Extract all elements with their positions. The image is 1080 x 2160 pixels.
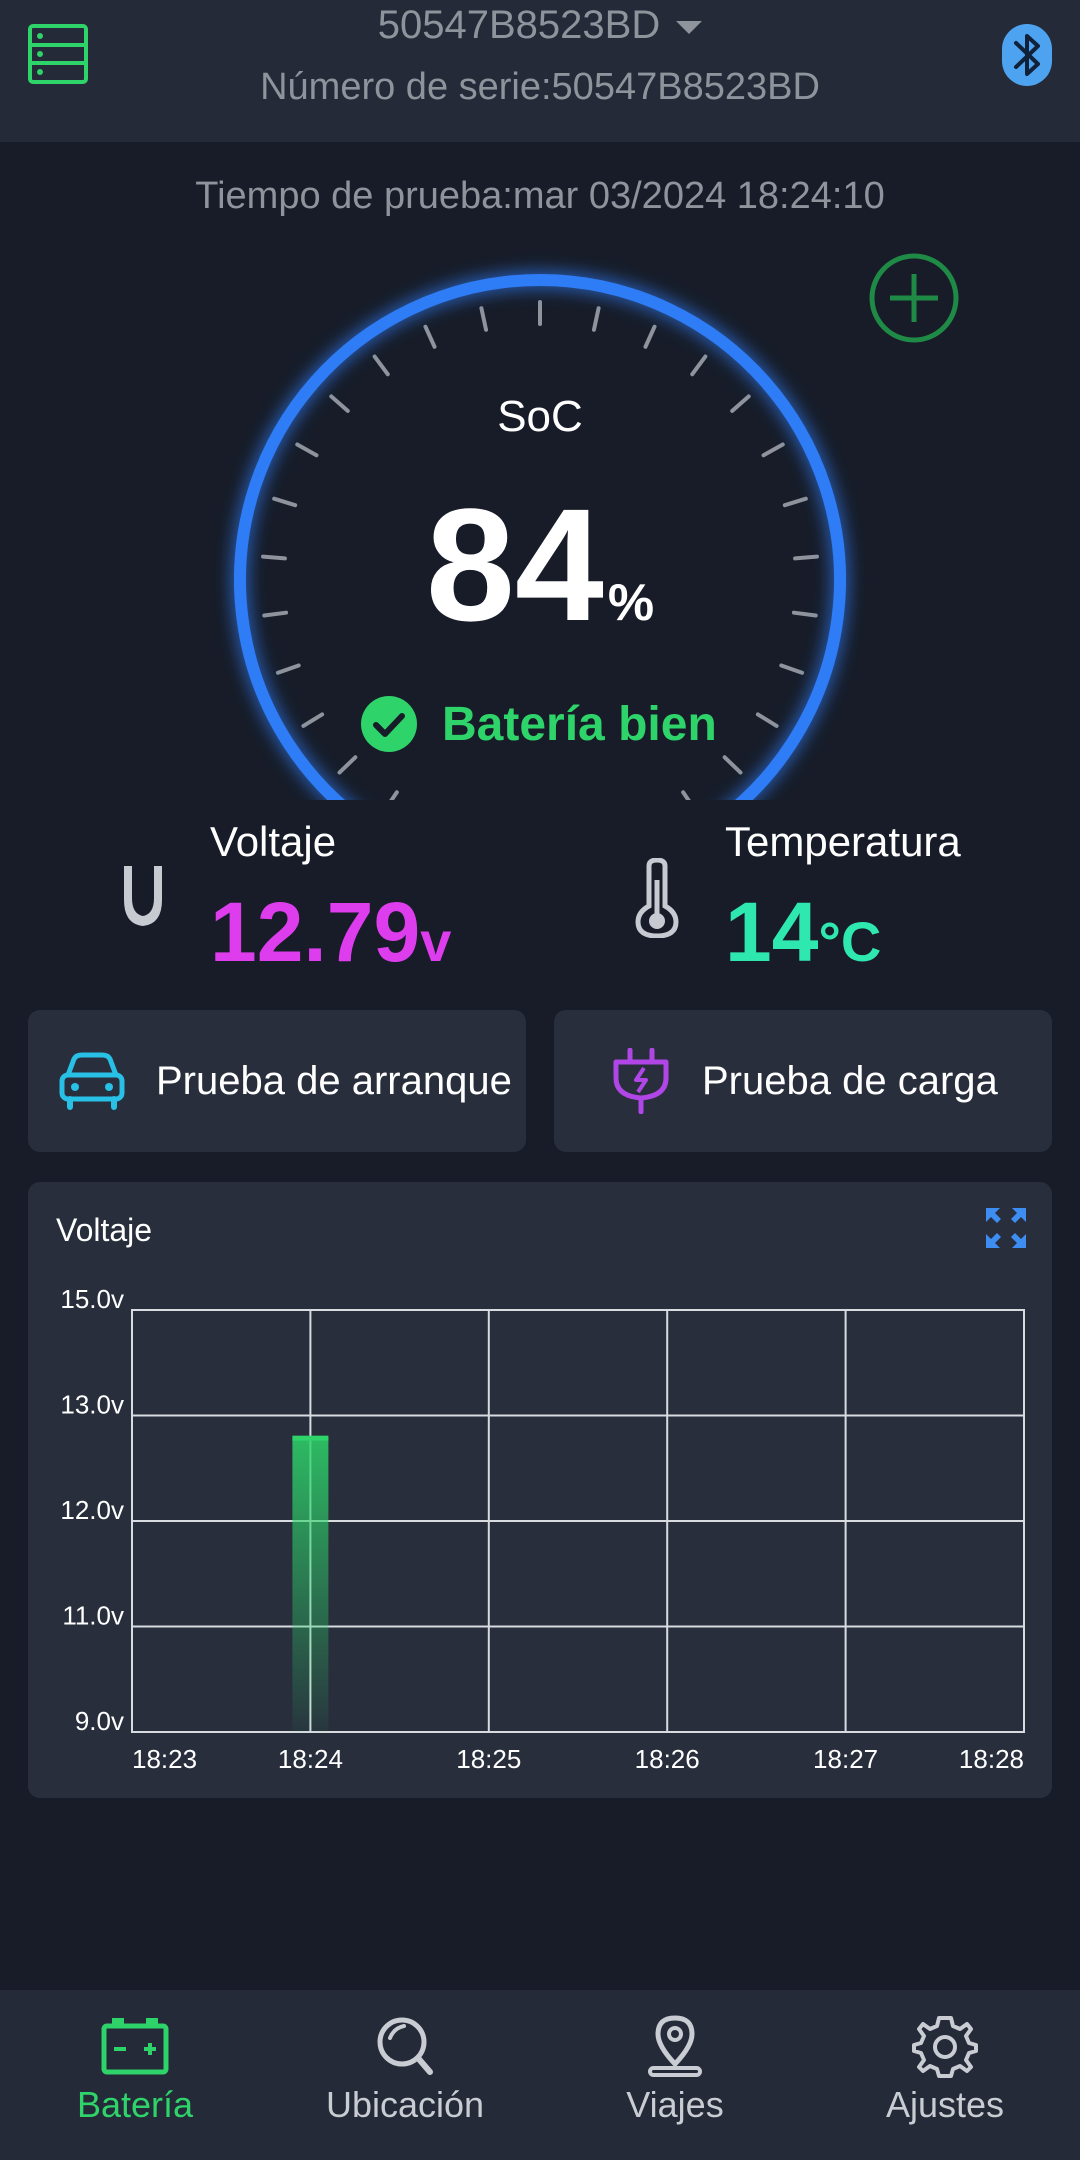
plug-icon xyxy=(613,1048,669,1114)
expand-icon[interactable] xyxy=(984,1206,1028,1250)
battery-icon xyxy=(101,2018,169,2075)
voltage-chart-card: 15.0v 13.0v 12.0v 11.0v 9.0v 18:23 18:24 18:25… xyxy=(28,1182,1052,1798)
nav-item-viajes[interactable]: Viajes xyxy=(540,1990,810,2140)
x-tick-label: 18:28 xyxy=(959,1744,1024,1774)
x-tick-label: 18:25 xyxy=(456,1744,521,1774)
nav-label: Viajes xyxy=(626,2084,724,2125)
y-tick-label: 15.0v xyxy=(60,1284,124,1314)
nav-label: Ajustes xyxy=(885,2084,1005,2125)
gauge-tick xyxy=(295,442,319,458)
x-tick-label: 18:26 xyxy=(635,1744,700,1774)
gauge-tick xyxy=(423,324,437,349)
gauge-tick xyxy=(337,755,358,775)
voltage-bar-cap xyxy=(292,1435,329,1441)
y-tick-label: 12.0v xyxy=(60,1495,124,1525)
x-tick-label: 18:23 xyxy=(132,1744,197,1774)
add-button[interactable] xyxy=(866,250,962,346)
voltage-chart: 15.0v 13.0v 12.0v 11.0v 9.0v 18:23 18:24 18:25… xyxy=(60,1284,1025,1774)
temperature-label: Temperatura xyxy=(725,818,961,865)
nav-item-ajustes[interactable]: Ajustes xyxy=(810,1990,1080,2140)
soc-number: 84 xyxy=(425,475,604,654)
search-icon xyxy=(377,2017,433,2075)
y-tick-label: 11.0v xyxy=(62,1601,124,1631)
voltage-label: Voltaje xyxy=(210,818,337,865)
crank-test-label: Prueba de arranque xyxy=(156,1058,512,1103)
crank-test-button[interactable]: Prueba de arranque xyxy=(28,1010,526,1152)
soc-value: 84% xyxy=(0,475,1080,693)
gauge-tick xyxy=(761,442,785,458)
gauge-tick xyxy=(643,324,657,349)
gear-icon xyxy=(912,2016,978,2078)
gauge-tick xyxy=(722,755,743,775)
bottom-navigation: Batería Ubicación Viajes Ajustes xyxy=(0,1990,1080,2160)
gauge-tick xyxy=(479,306,489,332)
gauge-tick xyxy=(755,712,779,728)
soc-label: SoC xyxy=(497,392,583,441)
gauge-tick xyxy=(591,306,601,332)
gauge-tick xyxy=(681,790,691,800)
chart-bars xyxy=(292,1435,329,1732)
gauge-tick xyxy=(690,354,708,377)
gauge-tick xyxy=(372,354,390,377)
nav-label: Batería xyxy=(76,2084,194,2125)
temperature-unit: °C xyxy=(818,910,882,973)
temperature-number: 14 xyxy=(725,885,819,979)
soc-unit: % xyxy=(607,574,655,632)
x-tick-label: 18:27 xyxy=(813,1744,878,1774)
voltage-number: 12.79 xyxy=(210,885,421,979)
temperature-value: 14°C xyxy=(725,882,881,992)
y-tick-label: 9.0v xyxy=(75,1706,124,1736)
x-tick-label: 18:24 xyxy=(278,1744,343,1774)
voltage-value: 12.79v xyxy=(210,882,451,992)
chart-y-axis: 15.0v 13.0v 12.0v 11.0v 9.0v xyxy=(60,1284,124,1736)
car-icon xyxy=(59,1052,125,1110)
gauge-tick xyxy=(389,790,399,800)
chart-x-axis: 18:23 18:24 18:25 18:26 18:27 18:28 xyxy=(132,1744,1024,1774)
nav-item-ubicacion[interactable]: Ubicación xyxy=(270,1990,540,2140)
battery-status-text: Batería bien xyxy=(442,697,717,751)
chart-title: Voltaje xyxy=(56,1212,153,1248)
battery-status: Batería bien xyxy=(360,694,717,754)
charge-test-label: Prueba de carga xyxy=(702,1058,998,1103)
voltage-bar xyxy=(292,1437,329,1732)
voltage-icon xyxy=(124,866,162,926)
charge-test-button[interactable]: Prueba de carga xyxy=(554,1010,1052,1152)
y-tick-label: 13.0v xyxy=(60,1390,124,1420)
voltage-unit: v xyxy=(420,910,452,973)
nav-item-bateria[interactable]: Batería xyxy=(0,1990,270,2140)
check-circle-icon xyxy=(361,696,417,752)
location-pin-icon xyxy=(648,2015,702,2077)
nav-label: Ubicación xyxy=(325,2084,485,2125)
chart-grid xyxy=(131,1309,1025,1733)
gauge-tick xyxy=(301,712,325,728)
thermometer-icon xyxy=(635,858,679,938)
